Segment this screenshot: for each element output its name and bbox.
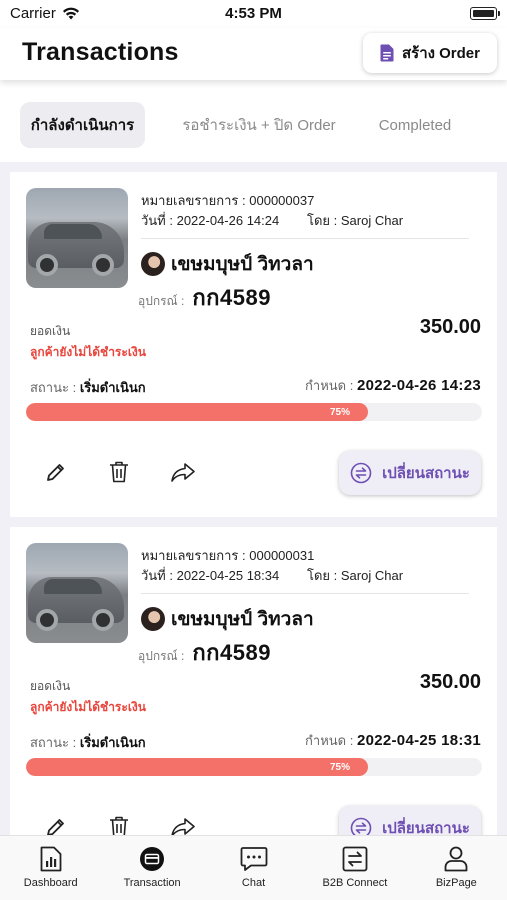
transaction-id: หมายเลขรายการ : 000000037 [141, 193, 315, 208]
transaction-by: โดย : Saroj Char [307, 568, 404, 583]
avatar [141, 252, 165, 276]
dashboard-icon [40, 846, 62, 872]
transaction-date: วันที่ : 2022-04-25 18:34 [141, 568, 280, 583]
create-order-button[interactable]: สร้าง Order [363, 33, 497, 73]
amount-label: ยอดเงิน [30, 324, 71, 338]
delete-icon[interactable] [106, 814, 132, 835]
tab-b2b-connect[interactable]: B2B Connect [304, 836, 405, 900]
b2b-connect-icon [342, 846, 368, 872]
divider [141, 238, 469, 239]
divider [141, 593, 469, 594]
tab-awaiting-payment-label: รอชำระเงิน + ปิด Order [182, 117, 336, 134]
customer: เขษมบุษป์ วิทวลา [141, 604, 314, 634]
create-order-label: สร้าง Order [402, 45, 480, 62]
progress-fill: 75% [26, 758, 368, 776]
device-label: อุปกรณ์ : [138, 649, 185, 663]
tab-awaiting-payment[interactable]: รอชำระเงิน + ปิด Order [170, 102, 348, 148]
status-bar: Carrier 4:53 PM [0, 0, 507, 28]
page-title: Transactions [22, 38, 179, 66]
change-status-button[interactable]: เปลี่ยนสถานะ [339, 806, 481, 835]
tab-transaction-label: Transaction [123, 877, 181, 889]
avatar [141, 607, 165, 631]
amount-value: 350.00 [419, 316, 481, 338]
device: อุปกรณ์ : กก4589 [138, 280, 271, 315]
delete-icon[interactable] [106, 459, 132, 485]
tab-chat-label: Chat [241, 877, 266, 889]
transaction-by: โดย : Saroj Char [307, 213, 404, 228]
change-status-label: เปลี่ยนสถานะ [382, 465, 470, 482]
tab-bizpage[interactable]: BizPage [406, 836, 507, 900]
due-date: กำหนด : 2022-04-25 18:31 [305, 732, 481, 749]
chat-icon [240, 847, 267, 871]
transaction-list: หมายเลขรายการ : 000000037 วันที่ : 2022-… [0, 162, 507, 835]
due-date: กำหนด : 2022-04-26 14:23 [305, 377, 481, 394]
edit-icon[interactable] [43, 459, 69, 485]
status-tabs: กำลังดำเนินการ รอชำระเงิน + ปิด Order Co… [0, 88, 507, 162]
order-state: สถานะ : เริ่มดำเนินก [30, 735, 146, 750]
document-icon [380, 44, 394, 62]
change-status-label: เปลี่ยนสถานะ [382, 820, 470, 835]
bizpage-icon [444, 846, 468, 872]
vehicle-photo [26, 188, 128, 288]
bottom-tab-bar: Dashboard Transaction Chat B2B Connect B… [0, 835, 507, 900]
payment-status: ลูกค้ายังไม่ได้ชำระเงิน [30, 700, 146, 714]
header: Transactions สร้าง Order [0, 28, 507, 80]
device-value: กก4589 [192, 640, 271, 665]
tab-transaction[interactable]: Transaction [101, 836, 202, 900]
customer-name: เขษมบุษป์ วิทวลา [171, 254, 314, 275]
clock: 4:53 PM [225, 5, 282, 22]
transaction-card[interactable]: หมายเลขรายการ : 000000031 วันที่ : 2022-… [10, 527, 497, 835]
tab-in-progress[interactable]: กำลังดำเนินการ [20, 102, 145, 148]
tab-dashboard-label: Dashboard [23, 877, 78, 889]
edit-icon[interactable] [43, 814, 69, 835]
share-icon[interactable] [170, 459, 196, 485]
amount-value: 350.00 [419, 671, 481, 693]
progress-bar: 75% [26, 758, 482, 776]
device-label: อุปกรณ์ : [138, 294, 185, 308]
amount-label: ยอดเงิน [30, 679, 71, 693]
tab-b2b-connect-label: B2B Connect [322, 877, 388, 889]
order-state: สถานะ : เริ่มดำเนินก [30, 380, 146, 395]
transaction-icon [140, 847, 165, 871]
tab-completed[interactable]: Completed [365, 102, 465, 148]
tab-chat[interactable]: Chat [203, 836, 304, 900]
swap-icon [350, 462, 372, 484]
tab-in-progress-label: กำลังดำเนินการ [30, 117, 135, 134]
battery-icon [470, 7, 500, 20]
customer: เขษมบุษป์ วิทวลา [141, 249, 314, 279]
tab-bizpage-label: BizPage [435, 877, 477, 889]
transaction-card[interactable]: หมายเลขรายการ : 000000037 วันที่ : 2022-… [10, 172, 497, 517]
device: อุปกรณ์ : กก4589 [138, 635, 271, 670]
tab-completed-label: Completed [378, 116, 452, 134]
progress-bar: 75% [26, 403, 482, 421]
device-value: กก4589 [192, 285, 271, 310]
share-icon[interactable] [170, 814, 196, 835]
customer-name: เขษมบุษป์ วิทวลา [171, 609, 314, 630]
tab-dashboard[interactable]: Dashboard [0, 836, 101, 900]
progress-fill: 75% [26, 403, 368, 421]
transaction-date: วันที่ : 2022-04-26 14:24 [141, 213, 280, 228]
vehicle-photo [26, 543, 128, 643]
transaction-id: หมายเลขรายการ : 000000031 [141, 548, 315, 563]
swap-icon [350, 817, 372, 835]
payment-status: ลูกค้ายังไม่ได้ชำระเงิน [30, 345, 146, 359]
change-status-button[interactable]: เปลี่ยนสถานะ [339, 451, 481, 495]
